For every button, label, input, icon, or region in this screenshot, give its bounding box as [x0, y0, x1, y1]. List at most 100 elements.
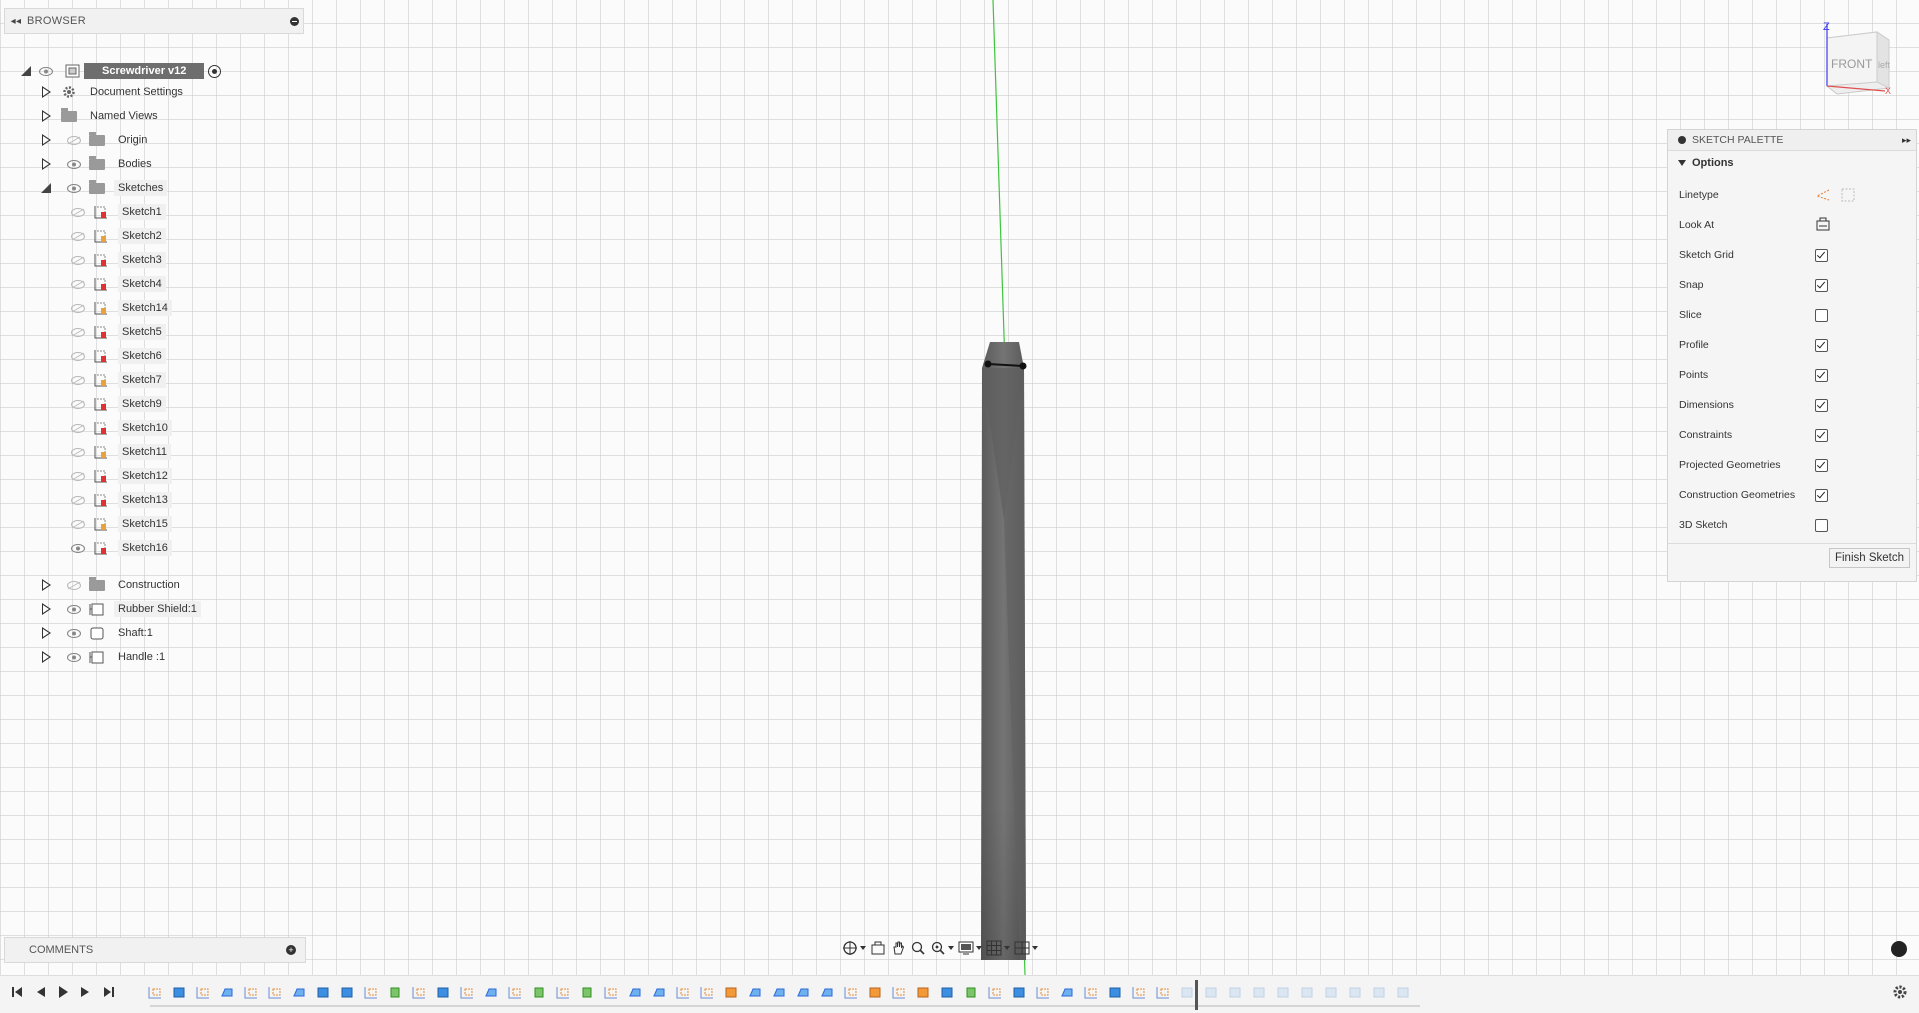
timeline-feature-icon[interactable]: [1324, 986, 1338, 999]
timeline-feature-icon[interactable]: [1228, 986, 1242, 999]
checkbox-checked[interactable]: [1815, 368, 1828, 382]
timeline-feature-icon[interactable]: [220, 986, 234, 999]
expand-icon[interactable]: [40, 182, 52, 194]
checkbox-checked[interactable]: [1815, 428, 1828, 442]
timeline-feature-icon[interactable]: [1300, 986, 1314, 999]
tree-item-sketch[interactable]: Sketch7: [66, 369, 166, 391]
section-collapse-icon[interactable]: [1678, 160, 1686, 166]
eye-hidden-icon[interactable]: [70, 327, 86, 337]
tree-item-sketch[interactable]: Sketch6: [66, 345, 166, 367]
tree-item-sketch[interactable]: Sketch5: [66, 321, 166, 343]
timeline-feature-icon[interactable]: [676, 986, 690, 999]
add-comment-icon[interactable]: +: [286, 945, 296, 955]
tree-item-document-settings[interactable]: Document Settings: [40, 81, 187, 103]
skip-to-end-icon[interactable]: [103, 985, 115, 1002]
timeline-feature-icon[interactable]: [1180, 986, 1194, 999]
document-name[interactable]: Screwdriver v12: [84, 63, 205, 79]
timeline-feature-icon[interactable]: [436, 986, 450, 999]
expand-icon[interactable]: [40, 579, 52, 591]
timeline-feature-icon[interactable]: [1084, 986, 1098, 999]
timeline-feature-icon[interactable]: [868, 986, 882, 999]
grid-settings-icon[interactable]: [986, 938, 1010, 958]
expand-icon[interactable]: [40, 651, 52, 663]
expand-icon[interactable]: [20, 65, 32, 77]
tree-item-sketch[interactable]: Sketch12: [66, 465, 172, 487]
timeline-feature-icon[interactable]: [412, 986, 426, 999]
timeline-feature-icon[interactable]: [1156, 986, 1170, 999]
tree-item-sketch[interactable]: Sketch10: [66, 417, 172, 439]
collapse-icon[interactable]: ◂◂: [5, 16, 27, 27]
timeline-feature-icon[interactable]: [1252, 986, 1266, 999]
checkbox-unchecked[interactable]: [1815, 308, 1828, 322]
timeline-feature-icon[interactable]: [772, 986, 786, 999]
skip-to-start-icon[interactable]: [11, 985, 23, 1002]
timeline-feature-icon[interactable]: [556, 986, 570, 999]
palette-pin-icon[interactable]: [1678, 136, 1686, 144]
timeline-feature-icon[interactable]: [1348, 986, 1362, 999]
expand-icon[interactable]: [40, 603, 52, 615]
eye-icon[interactable]: [66, 628, 82, 638]
eye-hidden-icon[interactable]: [70, 399, 86, 409]
tree-item-sketch[interactable]: Sketch3: [66, 249, 166, 271]
pin-icon[interactable]: [285, 12, 303, 30]
tree-item-sketches[interactable]: Sketches: [40, 177, 168, 199]
comments-panel[interactable]: COMMENTS +: [4, 937, 306, 963]
timeline-feature-icon[interactable]: [652, 986, 666, 999]
timeline-feature-icon[interactable]: [892, 986, 906, 999]
timeline-feature-icon[interactable]: [460, 986, 474, 999]
tree-item-handle[interactable]: Handle :1: [40, 646, 169, 668]
timeline-feature-icon[interactable]: [964, 986, 978, 999]
timeline-feature-icon[interactable]: [244, 986, 258, 999]
timeline-feature-icon[interactable]: [844, 986, 858, 999]
tree-item-origin[interactable]: Origin: [40, 129, 151, 151]
expand-icon[interactable]: [40, 134, 52, 146]
zoom-icon[interactable]: [910, 938, 926, 958]
eye-icon[interactable]: [66, 604, 82, 614]
timeline-feature-icon[interactable]: [532, 986, 546, 999]
eye-hidden-icon[interactable]: [70, 351, 86, 361]
expand-icon[interactable]: [40, 110, 52, 122]
checkbox-checked[interactable]: [1815, 338, 1828, 352]
tree-item-sketch[interactable]: Sketch14: [66, 297, 172, 319]
timeline-feature-icon[interactable]: [1108, 986, 1122, 999]
checkbox-checked[interactable]: [1815, 278, 1828, 292]
display-settings-icon[interactable]: [958, 938, 982, 958]
eye-hidden-icon[interactable]: [70, 375, 86, 385]
timeline-feature-icon[interactable]: [1396, 986, 1410, 999]
eye-hidden-icon[interactable]: [70, 303, 86, 313]
timeline-feature-icon[interactable]: [1276, 986, 1290, 999]
eye-hidden-icon[interactable]: [70, 231, 86, 241]
timeline-feature-icon[interactable]: [508, 986, 522, 999]
look-at-icon[interactable]: [870, 938, 886, 958]
linetype-icon[interactable]: [1815, 188, 1855, 202]
checkbox-checked[interactable]: [1815, 398, 1828, 412]
timeline-feature-icon[interactable]: [172, 986, 186, 999]
timeline-settings-icon[interactable]: [1892, 984, 1908, 1003]
eye-hidden-icon[interactable]: [70, 279, 86, 289]
fit-icon[interactable]: [930, 938, 954, 958]
timeline-marker[interactable]: [1195, 980, 1198, 1010]
orbit-icon[interactable]: [842, 938, 866, 958]
timeline-feature-icon[interactable]: [1036, 986, 1050, 999]
viewcube[interactable]: FRONT left Z X: [1815, 16, 1895, 96]
timeline-feature-icon[interactable]: [268, 986, 282, 999]
look-at-icon[interactable]: [1815, 217, 1831, 234]
timeline-feature-icon[interactable]: [1372, 986, 1386, 999]
timeline-feature-icon[interactable]: [796, 986, 810, 999]
checkbox-checked[interactable]: [1815, 248, 1828, 262]
eye-hidden-icon[interactable]: [70, 207, 86, 217]
tree-item-construction[interactable]: Construction: [40, 574, 184, 596]
eye-hidden-icon[interactable]: [70, 519, 86, 529]
checkbox-checked[interactable]: [1815, 488, 1828, 502]
timeline-feature-icon[interactable]: [388, 986, 402, 999]
tree-item-sketch[interactable]: Sketch4: [66, 273, 166, 295]
timeline-feature-icon[interactable]: [1132, 986, 1146, 999]
step-back-icon[interactable]: [34, 985, 46, 1002]
timeline-feature-icon[interactable]: [748, 986, 762, 999]
active-radio-icon[interactable]: [208, 64, 222, 78]
timeline-feature-icon[interactable]: [364, 986, 378, 999]
eye-icon[interactable]: [66, 652, 82, 662]
tree-root[interactable]: Screwdriver v12: [20, 60, 222, 82]
timeline-feature-icon[interactable]: [940, 986, 954, 999]
eye-hidden-icon[interactable]: [70, 447, 86, 457]
